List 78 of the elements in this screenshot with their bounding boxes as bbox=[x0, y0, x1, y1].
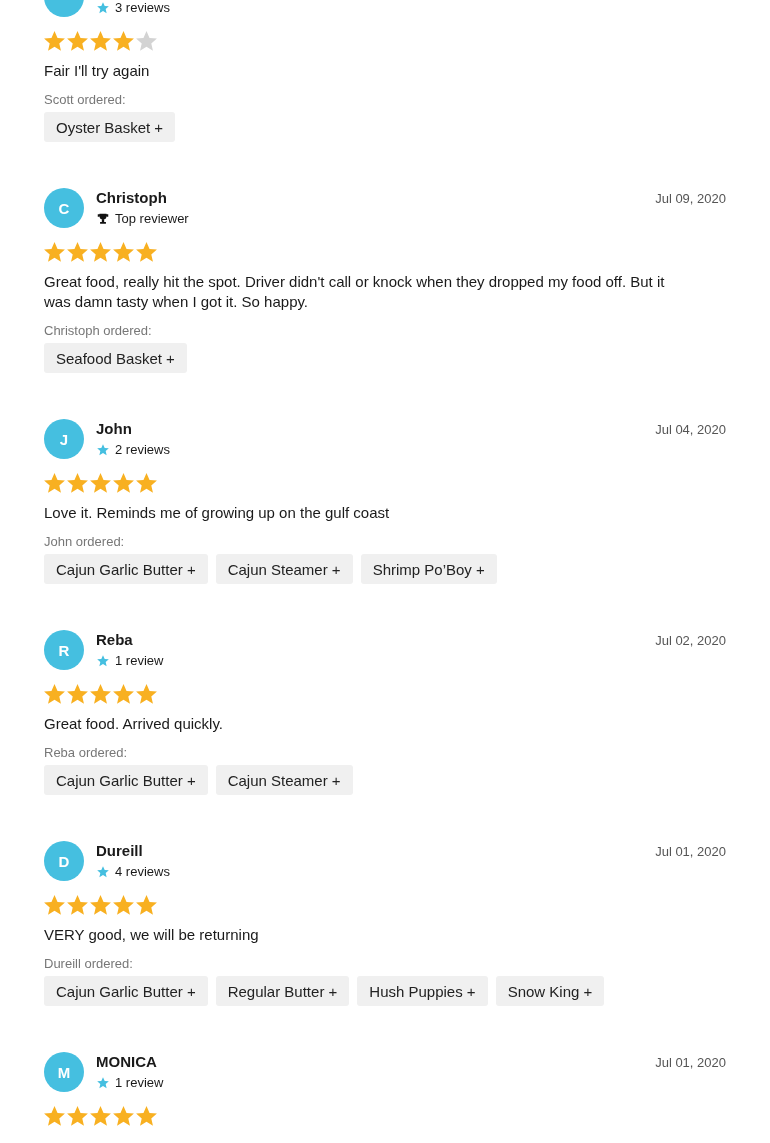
star-icon bbox=[44, 31, 65, 51]
trophy-icon bbox=[96, 211, 110, 226]
ordered-label: Dureill ordered: bbox=[44, 956, 134, 971]
ordered-label: Reba ordered: bbox=[44, 745, 129, 760]
avatar: M bbox=[44, 1052, 84, 1092]
star-icon bbox=[90, 1106, 111, 1126]
star-icon bbox=[136, 684, 157, 704]
star-icon bbox=[90, 31, 111, 51]
ordered-item-button[interactable]: Cajun Steamer + bbox=[215, 765, 353, 795]
review-date: Jul 01, 2020 bbox=[655, 844, 726, 859]
review-date: Jul 02, 2020 bbox=[655, 633, 726, 648]
ordered-item-button[interactable]: Shrimp Po’Boy + bbox=[360, 554, 497, 584]
review-text: Great food. Arrived quickly. bbox=[44, 714, 224, 734]
ordered-item-button[interactable]: Cajun Garlic Butter + bbox=[44, 554, 208, 584]
review-date: Jul 04, 2020 bbox=[655, 422, 726, 437]
ordered-item-button[interactable]: Cajun Garlic Butter + bbox=[44, 765, 208, 795]
star-icon bbox=[96, 864, 110, 879]
star-icon bbox=[67, 31, 88, 51]
ordered-item-button[interactable]: Hush Puppies + bbox=[357, 976, 488, 1006]
star-icon bbox=[136, 242, 157, 262]
avatar: R bbox=[44, 630, 84, 670]
star-icon bbox=[67, 1106, 88, 1126]
star-icon bbox=[136, 1106, 157, 1126]
star-icon bbox=[67, 684, 88, 704]
star-icon bbox=[96, 0, 110, 15]
avatar: C bbox=[44, 188, 84, 228]
star-icon bbox=[44, 684, 65, 704]
avatar: D bbox=[44, 841, 84, 881]
review-text: VERY good, we will be returning bbox=[44, 925, 260, 945]
reviewer-name: Dureill bbox=[96, 841, 144, 861]
ordered-item-button[interactable]: Regular Butter + bbox=[215, 976, 350, 1006]
reviewer-label: 1 review bbox=[115, 653, 164, 668]
review-text: Fair I'll try again bbox=[44, 61, 151, 81]
reviewer-name: MONICA bbox=[96, 1052, 158, 1072]
reviewer-label: Top reviewer bbox=[115, 211, 189, 226]
reviewer-name: Reba bbox=[96, 630, 134, 650]
avatar: J bbox=[44, 419, 84, 459]
ordered-label: Christoph ordered: bbox=[44, 323, 153, 338]
star-icon bbox=[136, 31, 157, 51]
star-icon bbox=[90, 473, 111, 493]
star-icon bbox=[113, 473, 134, 493]
reviewer-name: John bbox=[96, 419, 133, 439]
star-icon bbox=[96, 653, 110, 668]
star-icon bbox=[113, 684, 134, 704]
star-icon bbox=[136, 473, 157, 493]
reviewer-label: 2 reviews bbox=[115, 442, 170, 457]
reviewer-name: Christoph bbox=[96, 188, 168, 208]
star-icon bbox=[96, 442, 110, 457]
star-icon bbox=[90, 684, 111, 704]
ordered-item-button[interactable]: Oyster Basket + bbox=[44, 112, 176, 142]
star-icon bbox=[113, 1106, 134, 1126]
review-date: Jul 09, 2020 bbox=[655, 191, 726, 206]
ordered-item-button[interactable]: Seafood Basket + bbox=[44, 343, 187, 373]
ordered-label: John ordered: bbox=[44, 534, 126, 549]
star-icon bbox=[44, 242, 65, 262]
star-icon bbox=[67, 473, 88, 493]
ordered-item-button[interactable]: Cajun Steamer + bbox=[215, 554, 353, 584]
star-icon bbox=[67, 895, 88, 915]
reviewer-label: 4 reviews bbox=[115, 864, 170, 879]
star-icon bbox=[96, 1075, 110, 1090]
review-date: Jul 01, 2020 bbox=[655, 1055, 726, 1070]
star-icon bbox=[44, 1106, 65, 1126]
ordered-item-button[interactable]: Cajun Garlic Butter + bbox=[44, 976, 208, 1006]
star-icon bbox=[113, 242, 134, 262]
ordered-item-button[interactable]: Snow King + bbox=[495, 976, 605, 1006]
review-text: Great food, really hit the spot. Driver didn't call or knock when they dropped my food off. But it was damn tasty when I got it. So happy. bbox=[44, 272, 666, 312]
reviewer-label: 1 review bbox=[115, 1075, 164, 1090]
star-icon bbox=[44, 895, 65, 915]
reviewer-label: 3 reviews bbox=[115, 0, 170, 15]
star-icon bbox=[90, 895, 111, 915]
review-text: Love it. Reminds me of growing up on the gulf coast bbox=[44, 503, 391, 523]
star-icon bbox=[113, 895, 134, 915]
ordered-label: Scott ordered: bbox=[44, 92, 127, 107]
star-icon bbox=[90, 242, 111, 262]
star-icon bbox=[44, 473, 65, 493]
star-icon bbox=[136, 895, 157, 915]
star-icon bbox=[113, 31, 134, 51]
star-icon bbox=[67, 242, 88, 262]
